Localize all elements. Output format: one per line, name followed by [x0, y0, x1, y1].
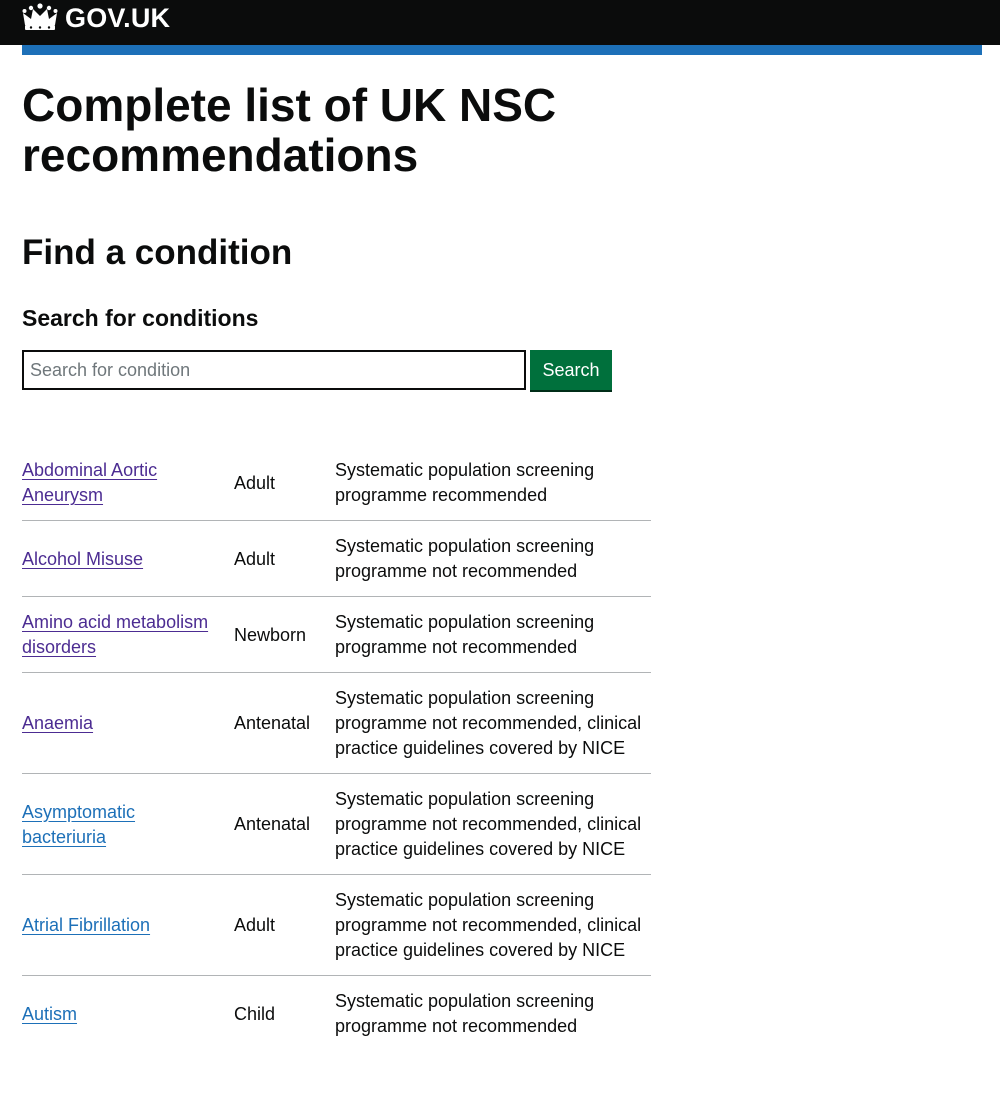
crown-icon [22, 3, 58, 33]
condition-link[interactable]: Alcohol Misuse [22, 549, 143, 569]
table-row: Abdominal Aortic Aneurysm Adult Systematic… [22, 445, 651, 521]
recommendation-cell: Systematic population screening programm… [335, 520, 651, 597]
page-title: Complete list of UK NSC recommendations [22, 79, 557, 181]
age-group-cell: Adult [234, 445, 335, 521]
condition-cell: Asymptomatic bacteriuria [22, 773, 234, 875]
condition-link[interactable]: Anaemia [22, 713, 93, 733]
table-row: Autism Child Systematic population screeni… [22, 976, 651, 1052]
age-group-cell: Adult [234, 520, 335, 597]
search-label: Search for conditions [22, 305, 259, 331]
recommendation-cell: Systematic population screening programm… [335, 596, 651, 673]
table-row: Asymptomatic bacteriuria Antenatal Systema… [22, 773, 651, 875]
age-group-cell: Adult [234, 874, 335, 976]
table-row: Amino acid metabolism disorders Newborn Sy… [22, 596, 651, 673]
condition-cell: Anaemia [22, 672, 234, 774]
recommendation-cell: Systematic population screening programm… [335, 874, 651, 976]
logo-text: GOV.UK [65, 3, 171, 33]
section-title: Find a condition [22, 233, 293, 272]
age-group-cell: Antenatal [234, 773, 335, 875]
header-accent-bar [22, 45, 982, 55]
govuk-logo-link[interactable]: GOV.UK [22, 0, 170, 36]
condition-cell: Alcohol Misuse [22, 520, 234, 597]
condition-cell: Autism [22, 976, 234, 1052]
condition-cell: Amino acid metabolism disorders [22, 596, 234, 673]
recommendation-cell: Systematic population screening programm… [335, 445, 651, 521]
search-input[interactable] [22, 350, 526, 390]
condition-link[interactable]: Asymptomatic bacteriuria [22, 802, 135, 847]
age-group-cell: Child [234, 1003, 276, 1024]
conditions-table: Abdominal Aortic Aneurysm Adult Systematic… [22, 445, 651, 1051]
condition-cell: Abdominal Aortic Aneurysm [22, 445, 234, 521]
age-group-cell: Antenatal [234, 672, 335, 774]
site-header: GOV.UK [0, 0, 1000, 45]
table-row: Anaemia Antenatal Systematic population sc… [22, 672, 651, 774]
condition-link[interactable]: Atrial Fibrillation [22, 915, 150, 935]
condition-link[interactable]: Abdominal Aortic Aneurysm [22, 460, 157, 505]
condition-link[interactable]: Amino acid metabolism disorders [22, 612, 208, 657]
table-row: Alcohol Misuse Adult Systematic population… [22, 520, 651, 597]
age-group-cell: Newborn [234, 596, 335, 673]
recommendation-cell: Systematic population screening programm… [335, 672, 651, 774]
table-row: Atrial Fibrillation Adult Systematic popul… [22, 874, 651, 976]
condition-cell: Atrial Fibrillation [22, 874, 234, 976]
search-button[interactable]: Search [530, 350, 612, 390]
recommendation-cell: Systematic population screening programm… [335, 991, 595, 1036]
condition-link[interactable]: Autism [22, 1004, 77, 1024]
recommendation-cell: Systematic population screening programm… [335, 773, 651, 875]
